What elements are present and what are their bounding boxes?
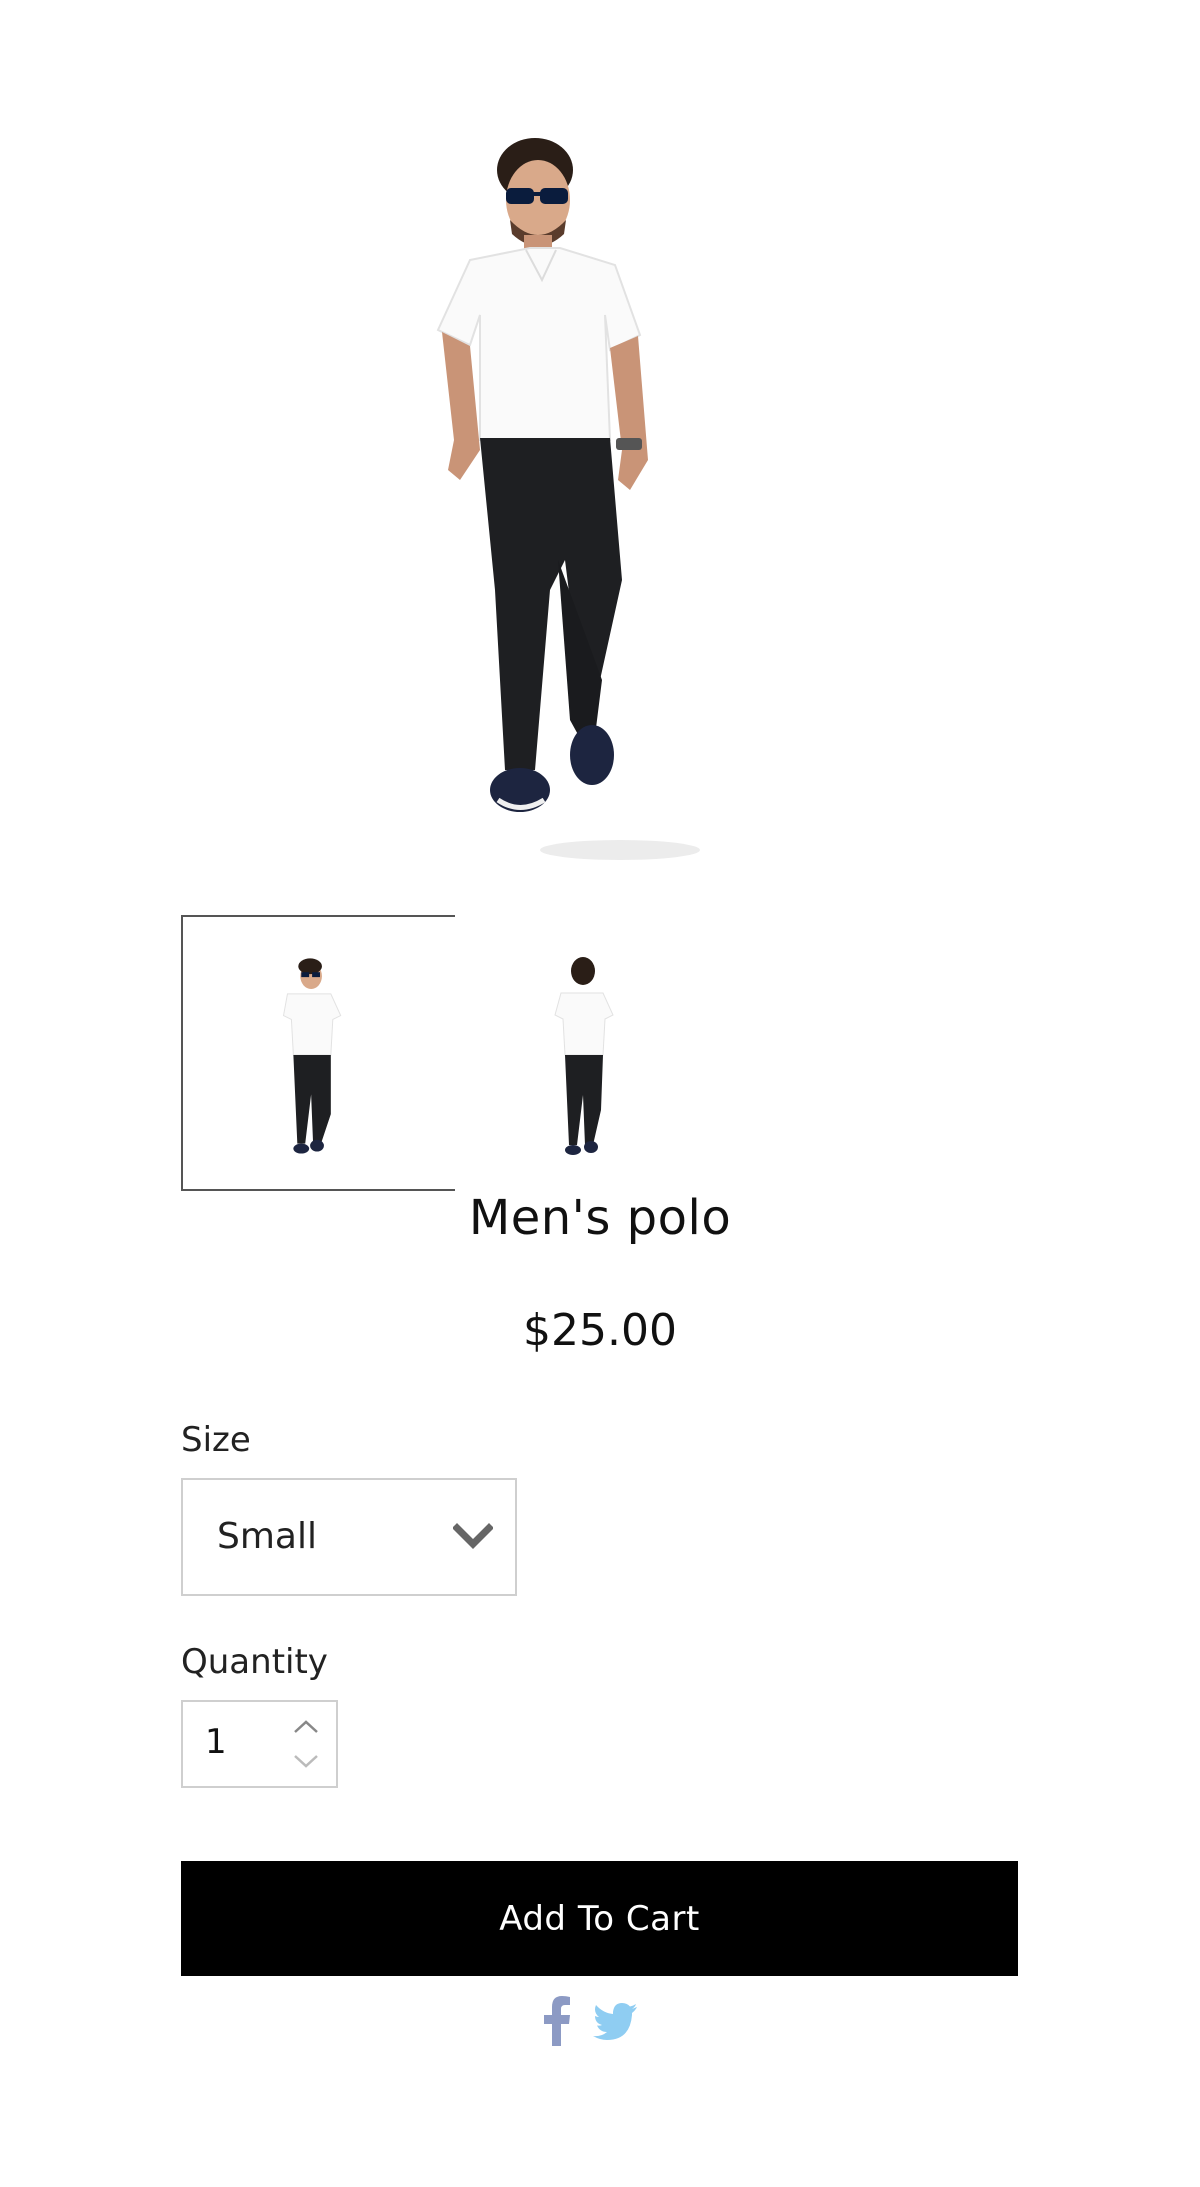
model-figure-front <box>436 138 700 860</box>
quantity-label: Quantity <box>181 1642 328 1682</box>
quantity-increment-icon[interactable] <box>291 1716 321 1738</box>
quantity-stepper[interactable]: 1 <box>181 1700 338 1788</box>
quantity-value[interactable]: 1 <box>205 1722 227 1762</box>
social-share <box>540 1996 670 2046</box>
product-title: Men's polo <box>468 1190 732 1246</box>
chevron-down-icon <box>453 1523 493 1549</box>
main-product-image <box>330 120 870 880</box>
quantity-decrement-icon[interactable] <box>291 1750 321 1772</box>
size-selected-value: Small <box>217 1516 317 1557</box>
size-select[interactable]: Small <box>181 1478 517 1596</box>
add-to-cart-button[interactable]: Add To Cart <box>181 1861 1018 1976</box>
model-thumbnail-front-image <box>282 958 342 1154</box>
facebook-icon <box>544 1996 570 2046</box>
facebook-share-link[interactable] <box>542 1996 572 2046</box>
thumbnail-back[interactable] <box>455 915 731 1191</box>
model-thumbnail-back-image <box>554 957 614 1155</box>
thumbnail-front[interactable] <box>181 915 457 1191</box>
twitter-share-link[interactable] <box>592 2002 638 2048</box>
product-price: $25.00 <box>523 1305 677 1356</box>
twitter-icon <box>593 2003 637 2040</box>
size-label: Size <box>181 1420 251 1460</box>
